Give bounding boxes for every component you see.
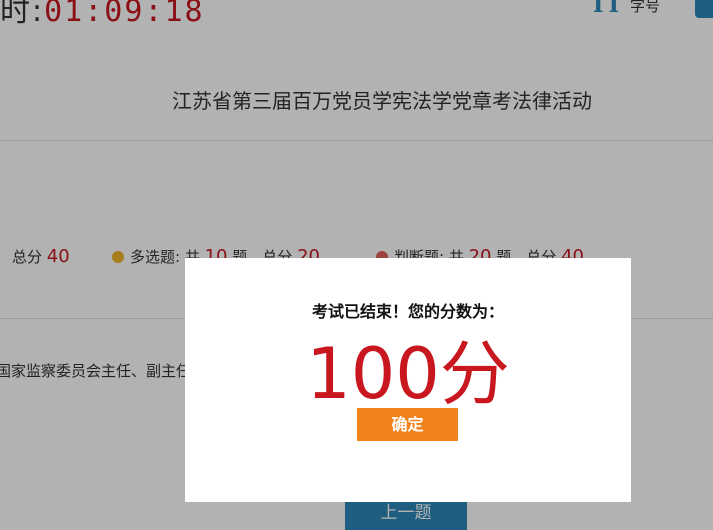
confirm-button[interactable]: 确定 — [357, 408, 458, 441]
final-score: 100分 — [306, 333, 510, 415]
result-dialog: 考试已结束！您的分数为： 100分 确定 — [185, 258, 631, 502]
result-message: 考试已结束！您的分数为： — [311, 302, 504, 321]
